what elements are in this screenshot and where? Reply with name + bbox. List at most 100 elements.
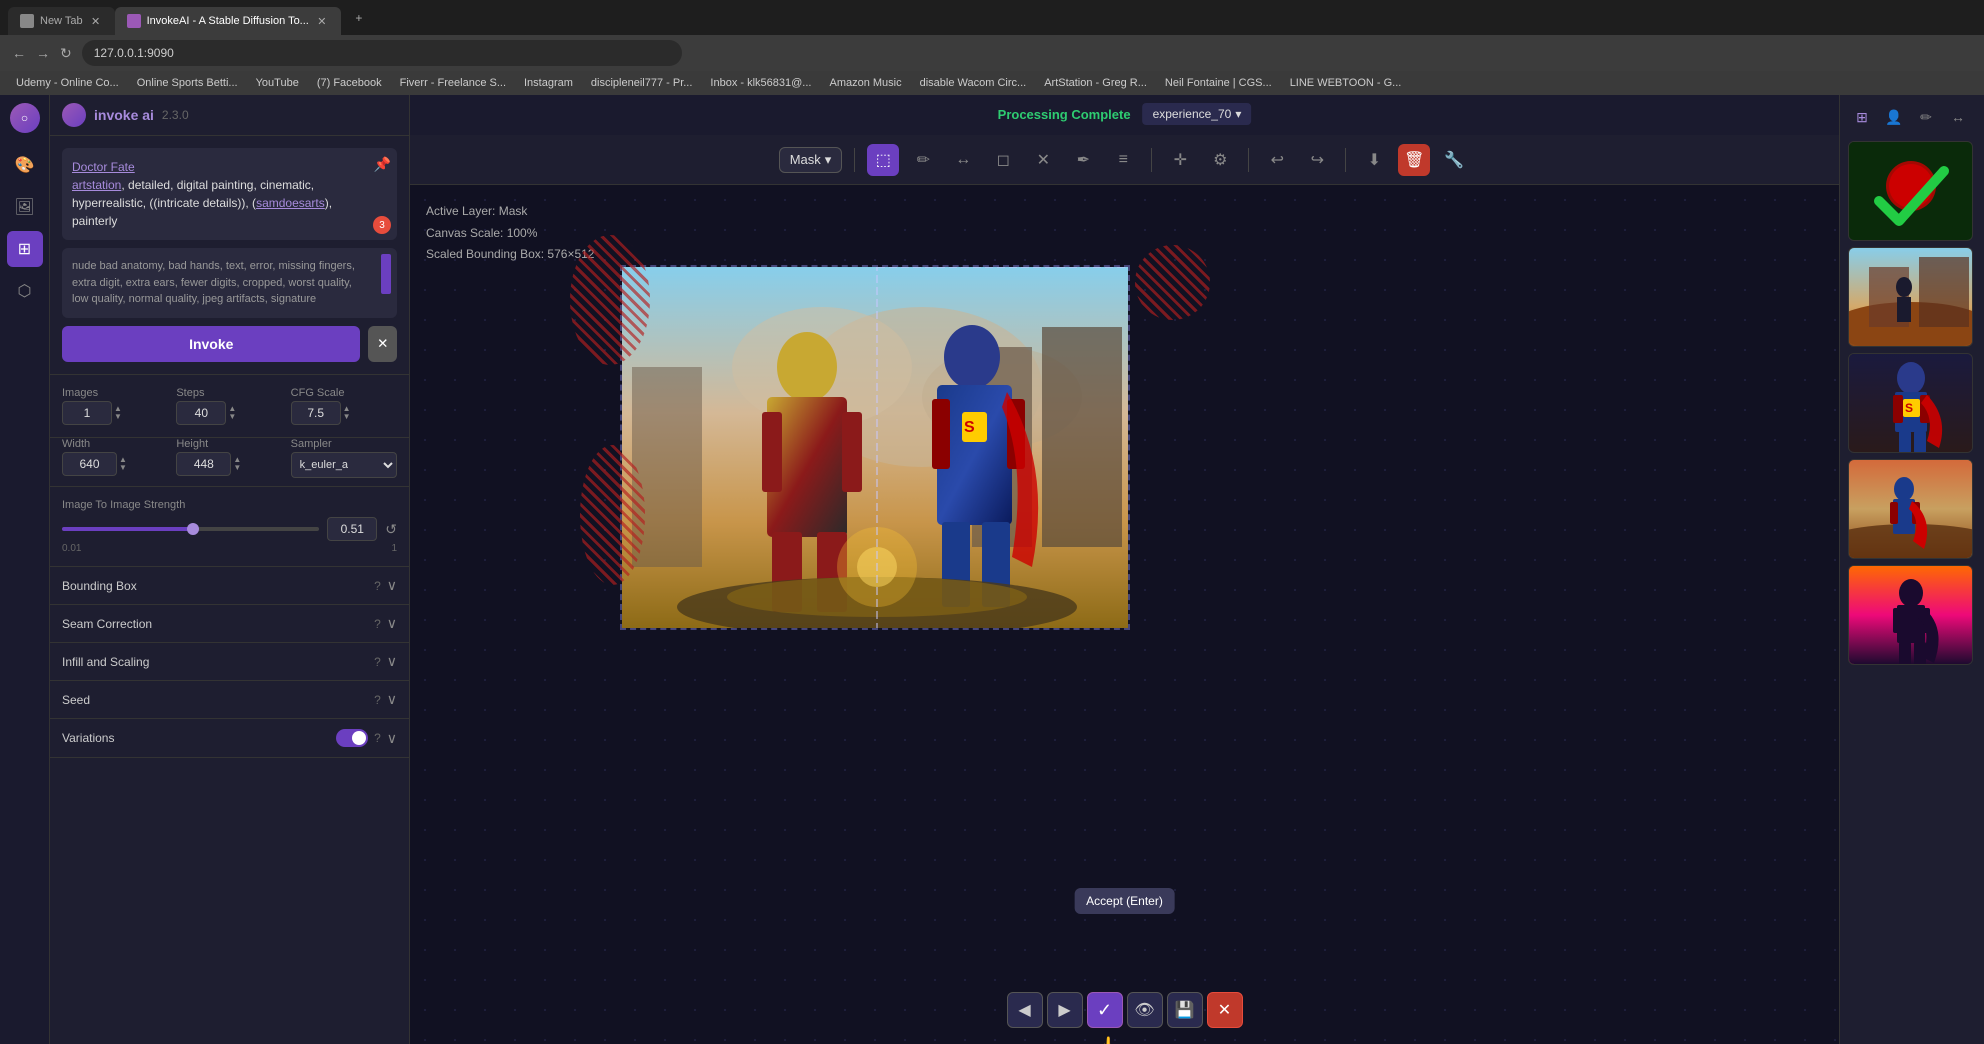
width-param: Width 640 ▲▼ (62, 438, 168, 478)
cfg-label: CFG Scale (291, 387, 397, 399)
negative-prompt-box[interactable]: nude bad anatomy, bad hands, text, error… (62, 248, 397, 318)
accordion-seed-header[interactable]: Seed ? ∨ (50, 681, 409, 718)
images-spinner[interactable]: ▲▼ (114, 405, 122, 421)
tool-redo[interactable]: ↪ (1301, 144, 1333, 176)
cfg-spinner[interactable]: ▲▼ (343, 405, 351, 421)
tool-transform[interactable]: ↔ (947, 144, 979, 176)
tool-pen[interactable]: ✒ (1067, 144, 1099, 176)
pin-icon[interactable]: 📌 (374, 154, 391, 175)
tab-invoke[interactable]: InvokeAI - A Stable Diffusion To... ✕ (115, 7, 341, 35)
tool-brush[interactable]: ⬚ (867, 144, 899, 176)
forward-button[interactable]: → (36, 45, 50, 61)
bookmark-fiverr[interactable]: Fiverr - Freelance S... (392, 75, 514, 91)
img2img-reset-icon[interactable]: ↺ (385, 521, 397, 538)
tool-wrench[interactable]: 🔧 (1438, 144, 1470, 176)
next-button[interactable]: ▶ (1047, 992, 1083, 1028)
bookmark-youtube[interactable]: YouTube (248, 75, 307, 91)
variations-toggle-icon[interactable]: ∨ (387, 730, 397, 747)
bookmark-amazon[interactable]: Amazon Music (821, 75, 909, 91)
reload-button[interactable]: ↻ (60, 45, 72, 62)
img2img-slider[interactable] (62, 527, 319, 531)
right-icon-layers[interactable]: 👤 (1880, 103, 1908, 131)
cfg-input[interactable]: 7.5 (291, 401, 341, 425)
width-spinner[interactable]: ▲▼ (119, 456, 127, 472)
bookmark-disciple[interactable]: discipleneil777 - Pr... (583, 75, 701, 91)
seam-help-icon[interactable]: ? (374, 617, 381, 631)
bookmark-instagram[interactable]: Instagram (516, 75, 581, 91)
seed-toggle-icon[interactable]: ∨ (387, 691, 397, 708)
accordion-seam-header[interactable]: Seam Correction ? ∨ (50, 605, 409, 642)
accordion-bounding-box-header[interactable]: Bounding Box ? ∨ (50, 567, 409, 604)
infill-help-icon[interactable]: ? (374, 655, 381, 669)
sidebar-icon-generate[interactable]: 🎨 (7, 147, 43, 183)
bookmark-sports[interactable]: Online Sports Betti... (129, 75, 246, 91)
height-spinner[interactable]: ▲▼ (233, 456, 241, 472)
slider-max: 1 (391, 543, 397, 554)
dims-sampler-row: Width 640 ▲▼ Height 448 ▲▼ Sampler k_eul… (50, 438, 409, 487)
tool-move[interactable]: ✛ (1164, 144, 1196, 176)
tool-menu[interactable]: ≡ (1107, 144, 1139, 176)
experience-badge: experience_70 ▾ (1143, 103, 1252, 125)
steps-spinner[interactable]: ▲▼ (228, 405, 236, 421)
variations-toggle[interactable] (336, 729, 368, 747)
sidebar-icon-nodes[interactable]: ⬡ (7, 273, 43, 309)
infill-toggle-icon[interactable]: ∨ (387, 653, 397, 670)
width-input[interactable]: 640 (62, 452, 117, 476)
bookmark-wacom[interactable]: disable Wacom Circ... (912, 75, 1035, 91)
tab-close-invoke[interactable]: ✕ (315, 14, 329, 28)
thumbnail-5[interactable] (1848, 565, 1973, 665)
accordion-bounding-box: Bounding Box ? ∨ (50, 567, 409, 605)
bounding-box-help-icon[interactable]: ? (374, 579, 381, 593)
images-input[interactable]: 1 (62, 401, 112, 425)
seam-toggle-icon[interactable]: ∨ (387, 615, 397, 632)
bounding-box-toggle-icon[interactable]: ∨ (387, 577, 397, 594)
bookmark-webtoon[interactable]: LINE WEBTOON - G... (1282, 75, 1410, 91)
address-bar[interactable]: 127.0.0.1:9090 (82, 40, 682, 66)
thumbnail-1[interactable] (1848, 141, 1973, 241)
thumbnail-2[interactable] (1848, 247, 1973, 347)
tool-select[interactable]: ◻ (987, 144, 1019, 176)
tool-settings[interactable]: ⚙ (1204, 144, 1236, 176)
img2img-value[interactable]: 0.51 (327, 517, 377, 541)
seed-help-icon[interactable]: ? (374, 693, 381, 707)
new-tab-button[interactable]: + (345, 4, 373, 32)
close-button[interactable]: ✕ (1207, 992, 1243, 1028)
sampler-select[interactable]: k_euler_a k_euler k_lms ddim (291, 452, 397, 478)
bookmark-artstation[interactable]: ArtStation - Greg R... (1036, 75, 1155, 91)
accept-button[interactable]: ✓ ☝ (1087, 992, 1123, 1028)
tab-new-tab[interactable]: New Tab ✕ (8, 7, 115, 35)
accordion-infill-header[interactable]: Infill and Scaling ? ∨ (50, 643, 409, 680)
thumbnail-4[interactable] (1848, 459, 1973, 559)
tool-undo[interactable]: ↩ (1261, 144, 1293, 176)
eye-button[interactable]: 👁 (1127, 992, 1163, 1028)
bookmark-udemy[interactable]: Udemy - Online Co... (8, 75, 127, 91)
tool-close[interactable]: ✕ (1027, 144, 1059, 176)
params-grid: Images 1 ▲▼ Steps 40 ▲▼ CFG Scale 7.5 ▲▼ (50, 375, 409, 438)
tab-close-new[interactable]: ✕ (89, 14, 103, 28)
save-button[interactable]: 💾 (1167, 992, 1203, 1028)
variations-help-icon[interactable]: ? (374, 731, 381, 745)
sidebar-icon-canvas[interactable]: ⊞ (7, 231, 43, 267)
tool-delete[interactable]: 🗑 (1398, 144, 1430, 176)
tool-download[interactable]: ⬇ (1358, 144, 1390, 176)
prev-button[interactable]: ◀ (1007, 992, 1043, 1028)
accordion-variations-header[interactable]: Variations ? ∨ (50, 719, 409, 757)
invoke-cancel-button[interactable]: ✕ (368, 326, 397, 362)
right-icon-gallery[interactable]: ⊞ (1848, 103, 1876, 131)
positive-prompt-box[interactable]: 📌 Doctor Fate artstation, detailed, digi… (62, 148, 397, 240)
experience-dropdown-icon[interactable]: ▾ (1235, 107, 1241, 121)
height-input[interactable]: 448 (176, 452, 231, 476)
tool-stroke[interactable]: ✏ (907, 144, 939, 176)
right-icon-settings[interactable]: ↔ (1944, 103, 1972, 131)
thumbnail-3[interactable]: S (1848, 353, 1973, 453)
sidebar-icon-gallery[interactable]: 🖼 (7, 189, 43, 225)
mask-dropdown[interactable]: Mask ▾ (779, 147, 843, 173)
right-icon-edit[interactable]: ✏ (1912, 103, 1940, 131)
canvas-area[interactable]: Active Layer: Mask Canvas Scale: 100% Sc… (410, 185, 1839, 1044)
steps-input[interactable]: 40 (176, 401, 226, 425)
bookmark-facebook[interactable]: (7) Facebook (309, 75, 390, 91)
bookmark-inbox[interactable]: Inbox - klk56831@... (702, 75, 819, 91)
bookmark-neil[interactable]: Neil Fontaine | CGS... (1157, 75, 1280, 91)
invoke-button[interactable]: Invoke (62, 326, 360, 362)
back-button[interactable]: ← (12, 45, 26, 61)
